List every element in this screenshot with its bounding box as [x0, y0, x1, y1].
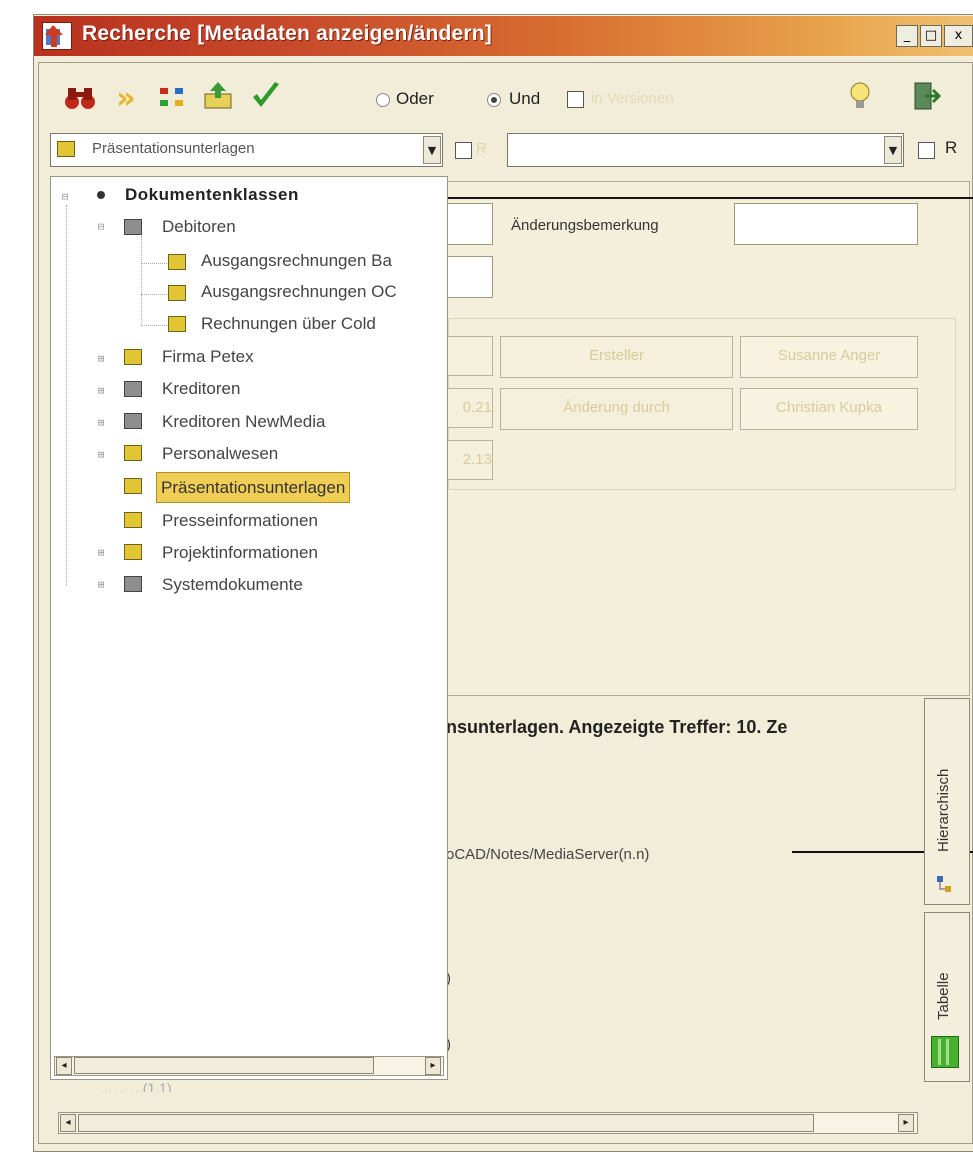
folder-icon — [57, 141, 75, 157]
tree-item[interactable]: Firma Petex — [162, 342, 254, 372]
folder-icon — [124, 478, 142, 494]
tree-item[interactable]: Systemdokumente — [162, 570, 303, 600]
radio-oder-label: Oder — [396, 89, 434, 108]
tree-scrollbar-thumb[interactable] — [74, 1057, 374, 1074]
tree-item[interactable]: Personalwesen — [162, 439, 278, 469]
tree-line — [66, 205, 67, 585]
versions-checkbox[interactable] — [567, 91, 584, 108]
expand-icon[interactable]: ⊞ — [96, 579, 106, 590]
result-path: oCAD/Notes/MediaServer(n.n) — [446, 846, 650, 863]
tree-item-child[interactable]: Ausgangsrechnungen Ba — [201, 246, 446, 276]
change-remark-label: Änderungsbemerkung — [511, 217, 659, 234]
expand-icon[interactable]: ⊞ — [96, 449, 106, 460]
checkmark-icon[interactable] — [248, 80, 284, 114]
folder-icon — [124, 512, 142, 528]
creator-label: Ersteller — [500, 336, 733, 378]
creator-value: Susanne Anger — [740, 336, 918, 378]
tree-line — [141, 263, 167, 264]
chevron-down-icon[interactable]: ▼ — [884, 136, 902, 164]
callout-line-1 — [370, 197, 973, 199]
scroll-left-arrow[interactable]: ◂ — [56, 1057, 72, 1075]
folder-icon — [124, 576, 142, 592]
tree-root[interactable]: Dokumentenklassen — [125, 180, 299, 210]
tree-item[interactable]: Kreditoren NewMedia — [162, 407, 325, 437]
r-checkbox-2[interactable] — [918, 142, 935, 159]
tree-item-child[interactable]: Rechnungen über Cold — [201, 309, 376, 339]
tree-item[interactable]: Presseinformationen — [162, 506, 318, 536]
folder-icon — [124, 413, 142, 429]
doc-class-combo-value: Präsentationsunterlagen — [92, 140, 255, 157]
tab-hierarchical-label: Hierarchisch — [935, 768, 952, 852]
folder-icon — [124, 349, 142, 365]
radio-und[interactable] — [487, 93, 501, 107]
chevron-down-icon[interactable]: ▼ — [423, 136, 441, 164]
hierarchy-tab-icon — [933, 872, 957, 901]
exit-icon[interactable] — [908, 80, 944, 114]
tree-item[interactable]: Kreditoren — [162, 374, 240, 404]
forward-icon[interactable]: » — [108, 82, 144, 116]
folder-icon — [124, 445, 142, 461]
r-checkbox-1-label: R — [476, 140, 487, 157]
changed-by-label: Änderung durch — [500, 388, 733, 430]
scroll-right-arrow[interactable]: ▸ — [898, 1114, 914, 1132]
versions-checkbox-label: in Versionen — [591, 90, 674, 107]
folder-icon — [124, 544, 142, 560]
radio-oder[interactable] — [376, 93, 390, 107]
lightbulb-icon[interactable] — [842, 80, 878, 114]
tree-item-selected[interactable]: Präsentationsunterlagen — [156, 472, 351, 503]
tree-item[interactable]: Projektinformationen — [162, 538, 318, 568]
folder-icon — [124, 219, 142, 235]
tree-line — [141, 294, 167, 295]
scrollbar-thumb[interactable] — [78, 1114, 814, 1132]
results-header: nsunterlagen. Angezeigte Treffer: 10. Ze — [446, 717, 788, 737]
minimize-button[interactable]: _ — [896, 25, 918, 47]
close-button[interactable]: x — [944, 25, 973, 47]
collapse-icon[interactable]: ⊟ — [96, 221, 106, 232]
scroll-right-arrow[interactable]: ▸ — [425, 1057, 441, 1075]
folder-icon — [168, 254, 186, 270]
hierarchy-icon[interactable] — [155, 82, 191, 116]
r-checkbox-1[interactable] — [455, 142, 472, 159]
app-icon — [42, 22, 72, 50]
tab-table-label: Tabelle — [935, 972, 952, 1020]
tree-line — [141, 236, 142, 326]
folder-icon — [124, 381, 142, 397]
tree-item-child[interactable]: Ausgangsrechnungen OC — [201, 277, 446, 307]
radio-und-label: Und — [509, 89, 541, 108]
second-combo[interactable] — [507, 133, 904, 167]
folder-icon — [168, 316, 186, 332]
maximize-button[interactable]: □ — [920, 25, 942, 47]
tree-line — [141, 325, 167, 326]
tree-item-debitoren[interactable]: Debitoren — [162, 212, 236, 242]
expand-icon[interactable]: ⊞ — [96, 417, 106, 428]
binoculars-icon[interactable] — [62, 82, 98, 116]
window-title: Recherche [Metadaten anzeigen/ändern] — [82, 22, 492, 45]
expand-icon[interactable]: ⊞ — [96, 353, 106, 364]
folder-icon — [168, 285, 186, 301]
expand-icon[interactable]: ⊞ — [96, 547, 106, 558]
root-bullet-icon — [97, 191, 105, 199]
change-remark-input[interactable] — [734, 203, 918, 245]
upload-icon[interactable] — [200, 80, 236, 114]
changed-by-value: Christian Kupka — [740, 388, 918, 430]
collapse-icon[interactable]: ⊟ — [60, 191, 70, 202]
table-tab-icon — [931, 1036, 959, 1068]
scroll-left-arrow[interactable]: ◂ — [60, 1114, 76, 1132]
r-checkbox-2-label: R — [945, 138, 958, 157]
expand-icon[interactable]: ⊞ — [96, 385, 106, 396]
result-hidden-row: ... ... ...(1.1) — [100, 1080, 172, 1092]
